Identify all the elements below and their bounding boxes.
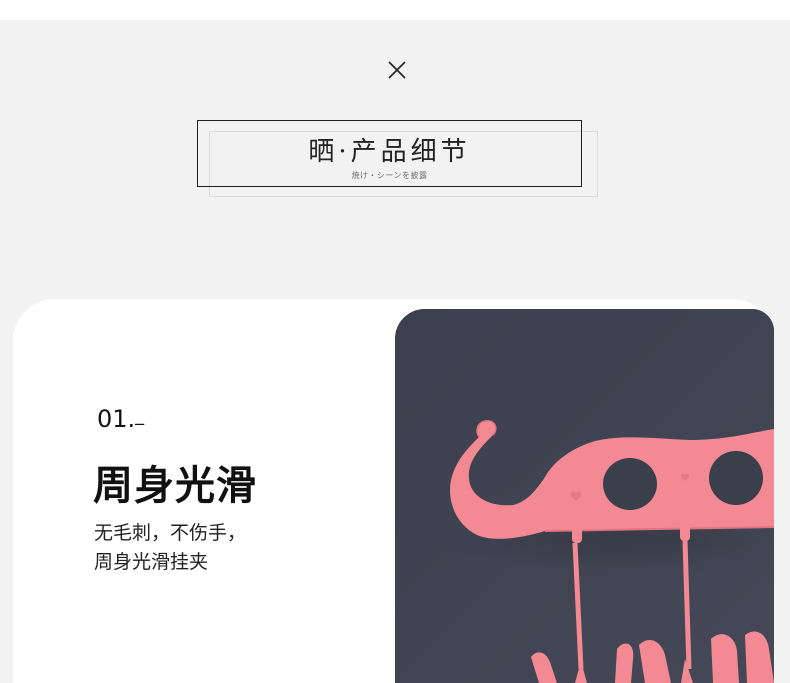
close-icon[interactable] bbox=[386, 59, 408, 81]
hanger-hole-left bbox=[603, 458, 657, 510]
feature-number: 01._ bbox=[97, 405, 144, 433]
product-photo bbox=[395, 309, 774, 683]
clothespin-3 bbox=[615, 643, 634, 683]
feature-number-dash: _ bbox=[135, 405, 145, 426]
page-title: 晒·产品细节 bbox=[308, 137, 471, 167]
feature-number-text: 01. bbox=[97, 405, 136, 433]
clip-hook-1 bbox=[572, 523, 582, 543]
feature-description-line-2: 周身光滑挂夹 bbox=[94, 551, 209, 573]
feature-title: 周身光滑 bbox=[93, 463, 257, 509]
clip-hook-2 bbox=[680, 519, 690, 541]
hanger-hole-right bbox=[709, 451, 763, 505]
page-subtitle: 焼け・シーンを披露 bbox=[351, 171, 428, 180]
feature-description-line-1: 无毛刺，不伤手， bbox=[94, 522, 247, 544]
